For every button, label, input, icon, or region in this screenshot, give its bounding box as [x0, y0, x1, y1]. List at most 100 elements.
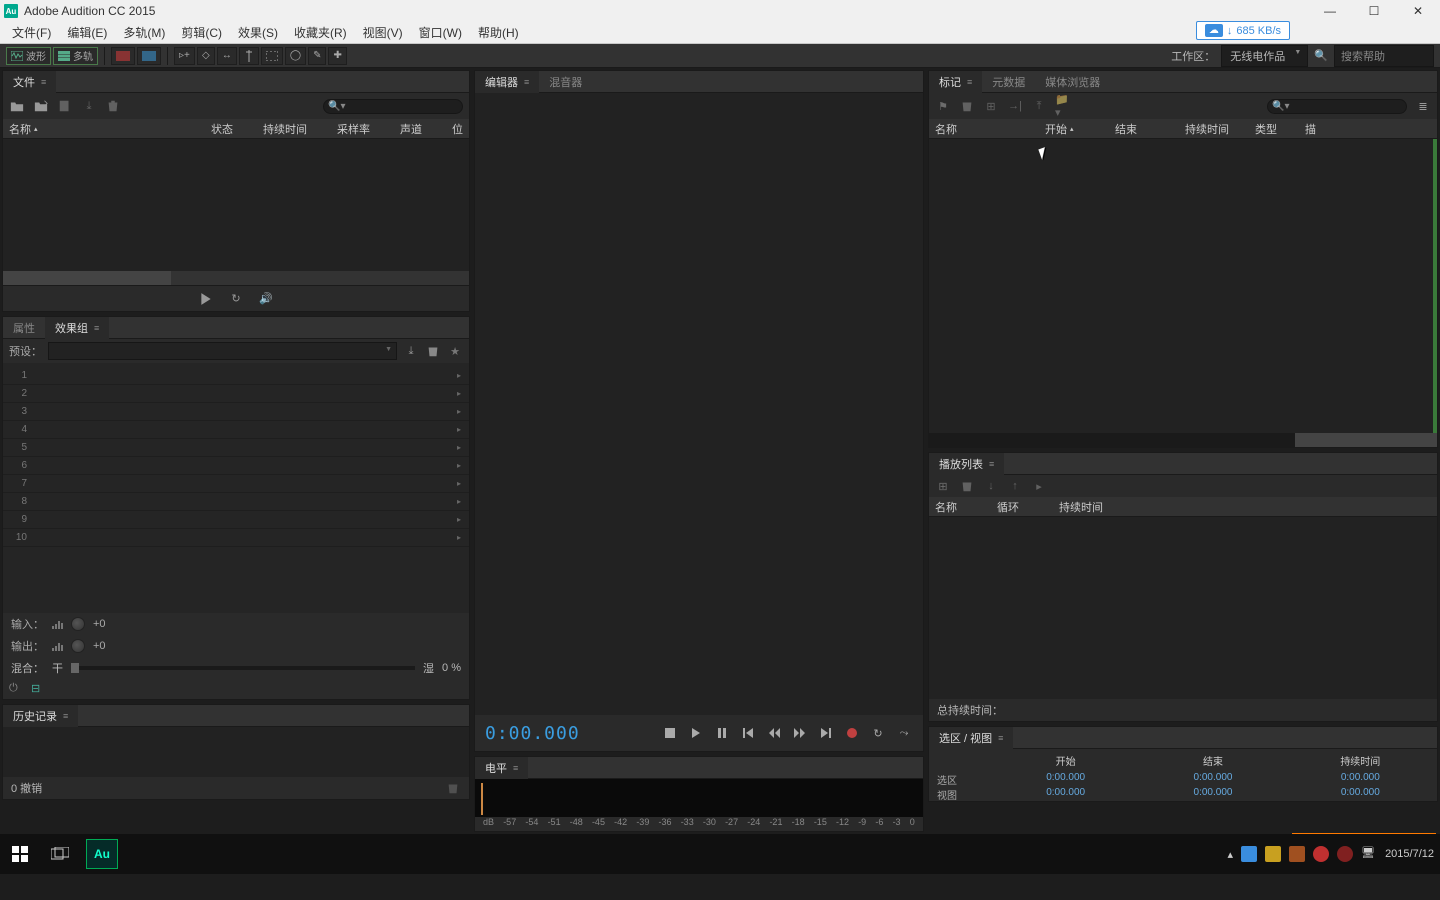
insert-icon[interactable]: ⤓ — [81, 98, 97, 114]
move-tool-button[interactable]: ▹+ — [174, 47, 195, 65]
tab-mixer[interactable]: 混音器 — [539, 71, 592, 93]
razor-tool-button[interactable]: ◇ — [197, 47, 215, 65]
slip-tool-button[interactable]: ↔ — [217, 47, 237, 65]
insert-marker-icon[interactable]: →| — [1007, 98, 1023, 114]
panel-menu-icon[interactable]: ≡ — [989, 459, 994, 469]
start-button[interactable] — [6, 840, 34, 868]
input-gain-value[interactable]: +0 — [93, 618, 106, 630]
files-hscroll[interactable] — [3, 271, 469, 285]
autoplay-icon[interactable]: 🔊 — [258, 291, 274, 307]
markers-list-body[interactable] — [929, 139, 1437, 433]
tray-app-icon[interactable] — [1241, 846, 1257, 862]
export-markers-icon[interactable]: ⤒ — [1031, 98, 1047, 114]
fx-slot[interactable]: 7▸ — [3, 475, 469, 493]
fx-slot[interactable]: 10▸ — [3, 529, 469, 547]
view-end-value[interactable]: 0:00.000 — [1144, 787, 1281, 802]
fx-slot[interactable]: 9▸ — [3, 511, 469, 529]
go-to-start-button[interactable] — [739, 724, 757, 742]
forward-button[interactable] — [791, 724, 809, 742]
timecode-display[interactable]: 0:00.000 — [485, 723, 580, 744]
level-meter[interactable]: dB-57-54-51-48-45-42-39-36-33-30-27-24-2… — [475, 779, 923, 831]
tab-effects-rack[interactable]: 效果组≡ — [45, 317, 109, 339]
selection-start-value[interactable]: 0:00.000 — [997, 772, 1134, 787]
fx-slot[interactable]: 1▸ — [3, 367, 469, 385]
tab-selection-view[interactable]: 选区 / 视图≡ — [929, 727, 1013, 749]
tab-files[interactable]: 文件≡ — [3, 71, 56, 93]
skip-selection-button[interactable]: ⤳ — [895, 724, 913, 742]
tab-properties[interactable]: 属性 — [3, 317, 45, 339]
markers-hscroll[interactable] — [929, 433, 1437, 447]
marker-tool-icon[interactable]: ⊞ — [983, 98, 999, 114]
tab-history[interactable]: 历史记录≡ — [3, 705, 78, 727]
spectral-pitch-button[interactable] — [137, 47, 161, 65]
markers-column-headers[interactable]: 名称 开始▴ 结束 持续时间 类型 描 — [929, 119, 1437, 139]
menu-help[interactable]: 帮助(H) — [470, 22, 527, 43]
task-view-button[interactable] — [46, 840, 74, 868]
selection-end-value[interactable]: 0:00.000 — [1144, 772, 1281, 787]
playlist-column-headers[interactable]: 名称 循环 持续时间 — [929, 497, 1437, 517]
tab-levels[interactable]: 电平≡ — [475, 757, 528, 779]
add-marker-icon[interactable]: ⚑ — [935, 98, 951, 114]
panel-menu-icon[interactable]: ≡ — [998, 733, 1003, 743]
tab-media-browser[interactable]: 媒体浏览器 — [1035, 71, 1110, 93]
panel-menu-icon[interactable]: ≡ — [41, 77, 46, 87]
input-gain-knob[interactable] — [71, 617, 85, 631]
marker-filter-icon[interactable]: ≣ — [1415, 98, 1431, 114]
menu-favorites[interactable]: 收藏夹(R) — [286, 22, 355, 43]
marker-folder-icon[interactable]: 📁▾ — [1055, 98, 1071, 114]
rewind-button[interactable] — [765, 724, 783, 742]
files-list-body[interactable] — [3, 139, 469, 271]
fx-slot[interactable]: 4▸ — [3, 421, 469, 439]
import-icon[interactable] — [33, 98, 49, 114]
selection-duration-value[interactable]: 0:00.000 — [1292, 772, 1429, 787]
remove-from-playlist-icon[interactable] — [959, 478, 975, 494]
stop-button[interactable] — [661, 724, 679, 742]
delete-history-icon[interactable] — [445, 780, 461, 796]
history-list[interactable] — [3, 727, 469, 777]
tab-metadata[interactable]: 元数据 — [982, 71, 1035, 93]
markers-search-input[interactable]: 🔍▾ — [1267, 99, 1407, 114]
tab-playlist[interactable]: 播放列表≡ — [929, 453, 1004, 475]
menu-edit[interactable]: 编辑(E) — [59, 22, 115, 43]
favorite-icon[interactable]: ★ — [447, 343, 463, 359]
fx-slot[interactable]: 8▸ — [3, 493, 469, 511]
menu-view[interactable]: 视图(V) — [355, 22, 411, 43]
tray-date[interactable]: 2015/7/12 — [1385, 848, 1434, 860]
tray-app-icon[interactable] — [1265, 846, 1281, 862]
pause-button[interactable] — [713, 724, 731, 742]
save-preset-icon[interactable]: ⤓ — [403, 343, 419, 359]
time-select-tool-button[interactable] — [239, 47, 259, 65]
tray-app-icon[interactable] — [1337, 846, 1353, 862]
editor-canvas[interactable] — [475, 93, 923, 715]
windows-taskbar[interactable]: Au ▴ 🖥 2015/7/12 — [0, 834, 1440, 874]
search-icon[interactable]: 🔍 — [1314, 49, 1328, 62]
open-file-icon[interactable] — [9, 98, 25, 114]
view-start-value[interactable]: 0:00.000 — [997, 787, 1134, 802]
waveform-view-button[interactable]: 波形 — [6, 47, 51, 65]
rack-power-button[interactable]: ⏻ — [9, 682, 23, 696]
output-gain-value[interactable]: +0 — [93, 640, 106, 652]
heal-tool-button[interactable]: ✚ — [328, 47, 346, 65]
rack-chain-icon[interactable]: ⊟ — [31, 682, 45, 696]
delete-icon[interactable] — [105, 98, 121, 114]
close-button[interactable]: ✕ — [1396, 0, 1440, 22]
multitrack-view-button[interactable]: 多轨 — [53, 47, 98, 65]
mix-value[interactable]: 0 % — [442, 662, 461, 674]
menu-multitrack[interactable]: 多轨(M) — [115, 22, 173, 43]
menu-clip[interactable]: 剪辑(C) — [173, 22, 230, 43]
loop-button[interactable]: ↻ — [869, 724, 887, 742]
fx-slot[interactable]: 3▸ — [3, 403, 469, 421]
play-button[interactable] — [687, 724, 705, 742]
tray-app-icon[interactable] — [1289, 846, 1305, 862]
panel-menu-icon[interactable]: ≡ — [513, 763, 518, 773]
output-gain-knob[interactable] — [71, 639, 85, 653]
lasso-tool-button[interactable]: ◯ — [285, 47, 306, 65]
marquee-tool-button[interactable] — [261, 47, 283, 65]
files-column-headers[interactable]: 名称▴ 状态 持续时间 采样率 声道 位 — [3, 119, 469, 139]
menu-window[interactable]: 窗口(W) — [411, 22, 470, 43]
fx-slot[interactable]: 6▸ — [3, 457, 469, 475]
menu-effects[interactable]: 效果(S) — [230, 22, 286, 43]
play-preview-button[interactable] — [198, 291, 214, 307]
files-search-input[interactable]: 🔍▾ — [323, 99, 463, 114]
taskbar-audition-icon[interactable]: Au — [86, 839, 118, 869]
